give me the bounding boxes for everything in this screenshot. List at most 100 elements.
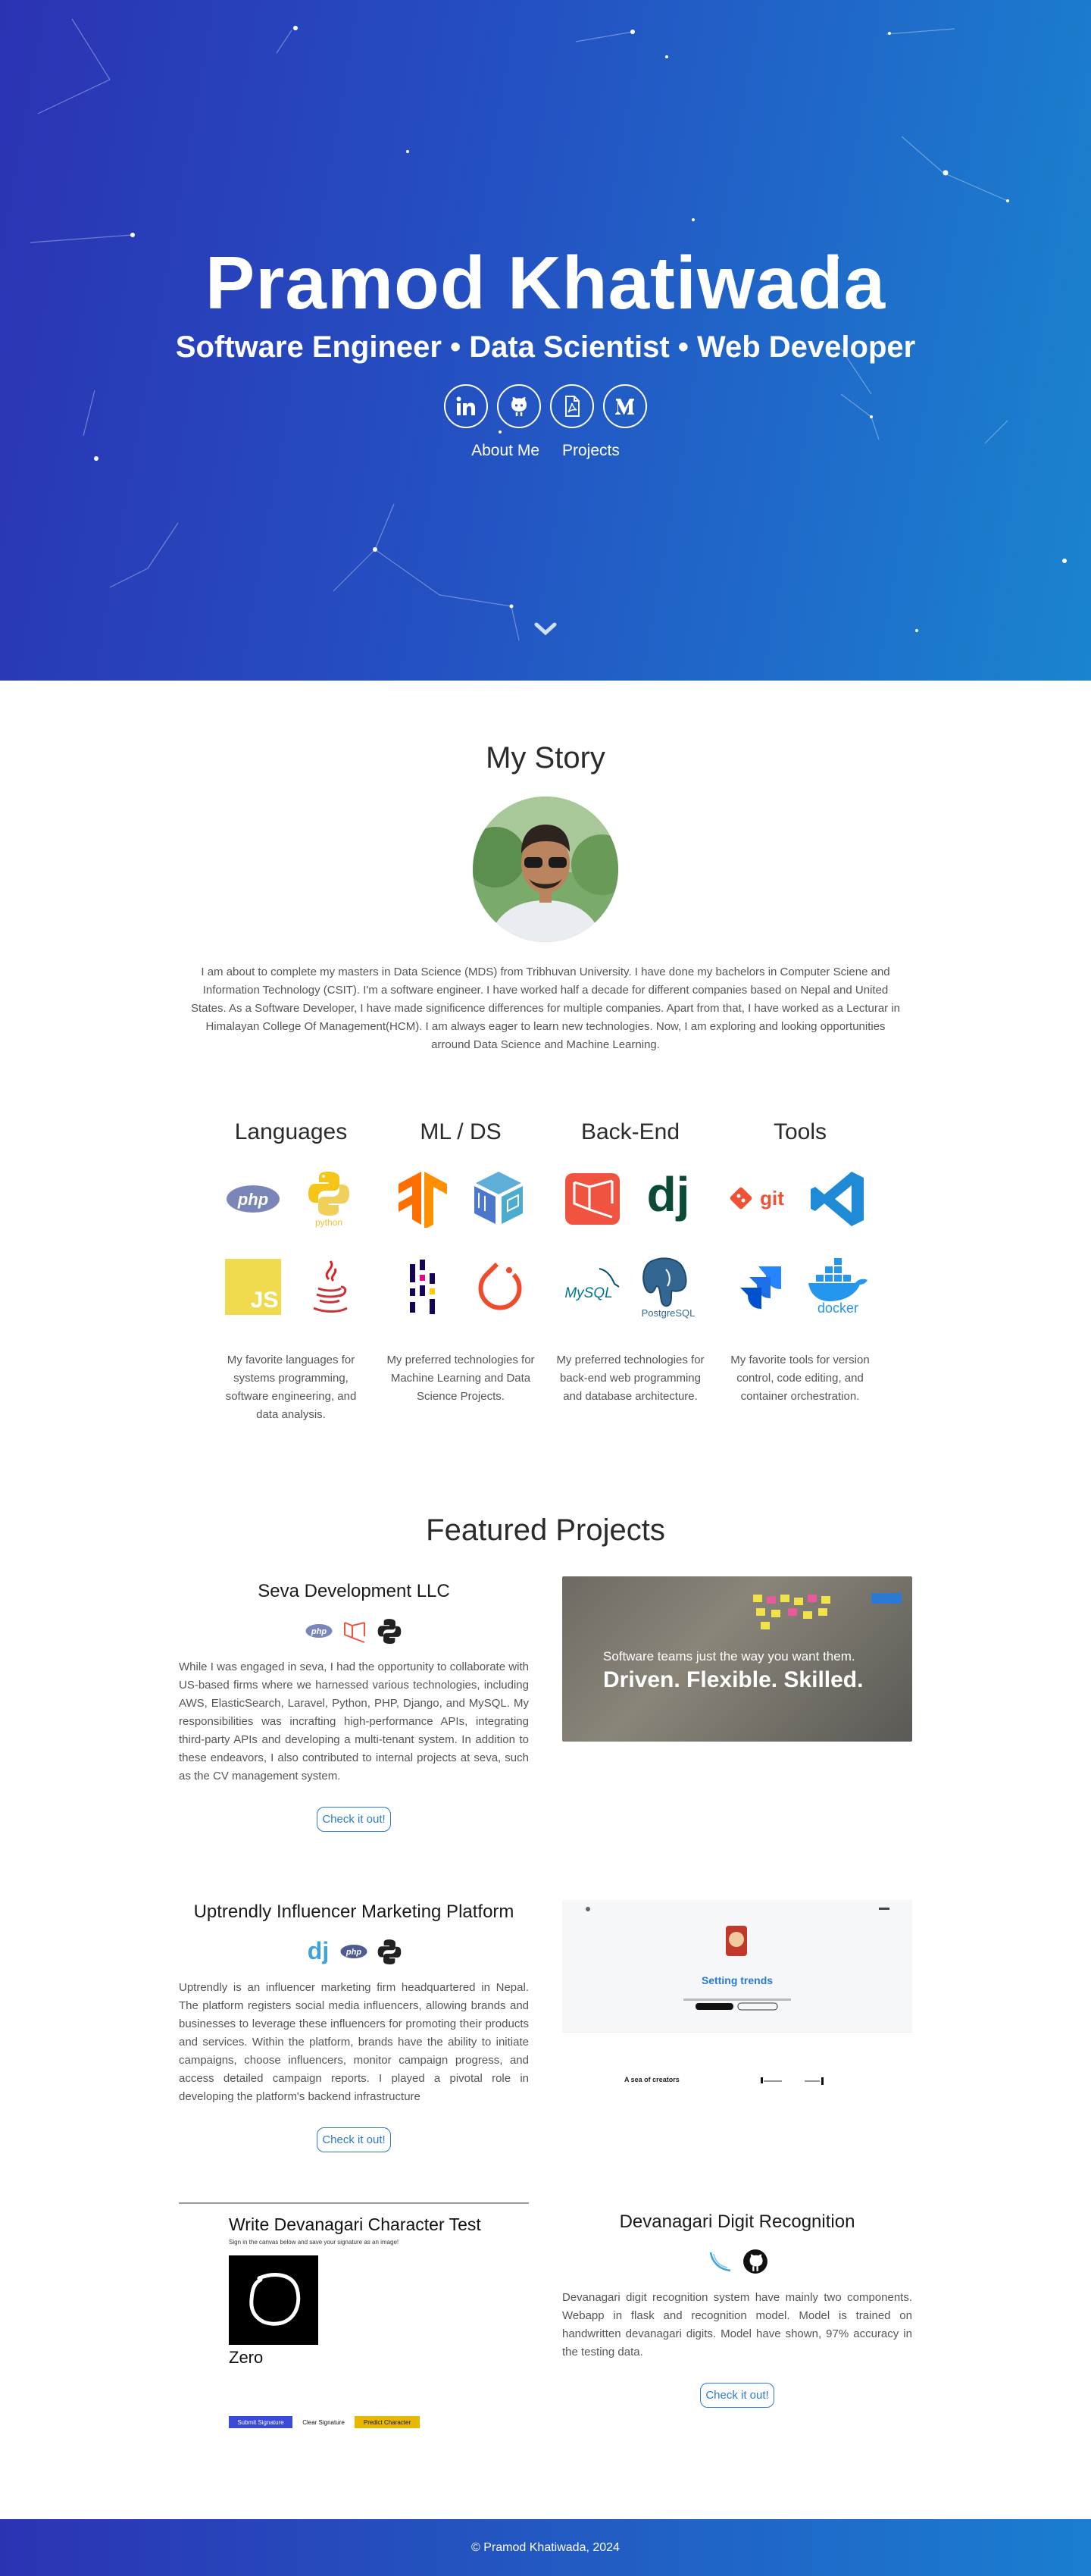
svg-text:dj: dj (308, 1938, 329, 1964)
javascript-icon: JS (215, 1253, 291, 1321)
pytorch-icon (461, 1253, 536, 1321)
screenshot-title: Write Devanagari Character Test (229, 2214, 481, 2234)
php-icon: php (340, 1945, 367, 1958)
story-title: My Story (486, 741, 605, 775)
pandas-icon (385, 1253, 461, 1321)
chevron-down-icon[interactable] (534, 621, 557, 637)
hero-nav: About Me Projects (0, 442, 1091, 460)
project-title: Devanagari Digit Recognition (619, 2211, 855, 2232)
docker-icon: docker (800, 1253, 876, 1321)
tensorflow-icon (385, 1165, 461, 1233)
prediction-result: Zero (229, 2348, 264, 2367)
uptrendly-hero-image (586, 1907, 889, 2011)
check-it-out-button[interactable]: Check it out! (317, 1807, 391, 1832)
svg-text:php: php (237, 1190, 268, 1209)
clear-signature-button[interactable]: Clear Signature (297, 2416, 350, 2428)
linkedin-icon (456, 396, 475, 415)
svg-text:python: python (315, 1217, 342, 1228)
predict-character-button[interactable]: Predict Character (355, 2416, 420, 2428)
hero-section: Pramod Khatiwada Software Engineer • Dat… (0, 0, 1091, 681)
project-screenshot[interactable]: Setting trends A sea of creators (562, 1900, 912, 2101)
check-it-out-button[interactable]: Check it out! (700, 2383, 774, 2408)
skill-column-languages: Languages php python JS My favorite lang… (211, 1119, 371, 1424)
check-it-out-button[interactable]: Check it out! (317, 2127, 391, 2152)
skill-description: My favorite languages for systems progra… (225, 1354, 357, 1421)
projects-link[interactable]: Projects (562, 442, 620, 460)
social-links (0, 383, 1091, 428)
project-description: While I was engaged in seva, I had the o… (179, 1660, 529, 1783)
java-icon (291, 1253, 367, 1321)
github-icon (511, 396, 527, 416)
medium-icon (615, 398, 634, 415)
project-uptrendly: Uptrendly Influencer Marketing Platform … (0, 1900, 1091, 2152)
github-icon (743, 2249, 767, 2274)
hero-tagline: Software Engineer • Data Scientist • Web… (175, 330, 916, 364)
linkedin-link[interactable] (444, 383, 488, 428)
medium-link[interactable] (603, 383, 647, 428)
numpy-icon (461, 1165, 536, 1233)
hero-content: Pramod Khatiwada Software Engineer • Dat… (0, 241, 1091, 460)
uptrendly-heading: Setting trends (701, 1974, 774, 1986)
hero-name: Pramod Khatiwada (205, 241, 886, 324)
uptrendly-subheading: A sea of creators (624, 2076, 680, 2083)
nav-button (871, 1593, 902, 1604)
svg-text:JS: JS (251, 1288, 279, 1313)
avatar-photo (473, 797, 618, 942)
svg-text:php: php (345, 1948, 361, 1957)
skill-description: My preferred technologies for back-end w… (556, 1354, 705, 1403)
skill-column-back-end: Back-End dj MySQL PostgreSQL My preferre… (550, 1119, 711, 1424)
avatar (473, 797, 618, 942)
project-screenshot[interactable]: Software teams just the way you want the… (562, 1576, 912, 1742)
django-icon: dj (630, 1165, 706, 1233)
git-icon: git (724, 1165, 800, 1233)
skill-column-tools: Tools git docker My favorite tools for v… (720, 1119, 880, 1424)
skill-title: Languages (234, 1119, 348, 1144)
python-icon (377, 1939, 402, 1964)
svg-text:git: git (760, 1187, 784, 1210)
github-link[interactable] (497, 383, 541, 428)
screenshot-hint: Sign in the canvas below and save your s… (229, 2239, 399, 2246)
skills-grid: Languages php python JS My favorite lang… (0, 1119, 1091, 1424)
project-description: Uptrendly is an influencer marketing fir… (179, 1981, 529, 2103)
python-icon: python (291, 1165, 367, 1233)
project-description: Devanagari digit recognition system have… (562, 2291, 912, 2358)
laravel-icon (555, 1165, 630, 1233)
pdf-icon (565, 395, 580, 417)
skill-column-ml-ds: ML / DS My preferred technologies for Ma… (380, 1119, 541, 1424)
svg-text:MySQL: MySQL (564, 1285, 612, 1301)
skill-description: My favorite tools for version control, c… (730, 1354, 870, 1403)
svg-text:docker: docker (817, 1301, 858, 1316)
drawing-canvas[interactable] (229, 2255, 318, 2345)
hero-subtitle: Software teams just the way you want the… (603, 1649, 855, 1664)
copyright-text: © Pramod Khatiwada, 2024 (471, 2540, 620, 2554)
project-title: Uptrendly Influencer Marketing Platform (193, 1901, 514, 1922)
svg-text:dj: dj (647, 1169, 690, 1222)
skill-title: Tools (773, 1119, 827, 1144)
mysql-icon: MySQL (555, 1253, 630, 1321)
about-me-link[interactable]: About Me (471, 442, 539, 460)
resume-link[interactable] (550, 383, 594, 428)
submit-signature-button[interactable]: Submit Signature (229, 2416, 292, 2428)
hero-heading: Driven. Flexible. Skilled. (603, 1667, 864, 1692)
django-icon: dj (308, 1938, 329, 1964)
flask-icon (709, 2252, 731, 2272)
vscode-icon (800, 1165, 876, 1233)
python-icon (377, 1619, 402, 1644)
laravel-icon (344, 1622, 365, 1643)
php-icon: php (305, 1624, 333, 1638)
projects-title: Featured Projects (426, 1513, 665, 1547)
brand-logos (761, 2077, 824, 2085)
skill-title: ML / DS (420, 1119, 502, 1144)
svg-text:PostgreSQL: PostgreSQL (642, 1307, 696, 1319)
skill-title: Back-End (580, 1119, 680, 1144)
postgresql-icon: PostgreSQL (630, 1253, 706, 1321)
footer: © Pramod Khatiwada, 2024 (0, 2519, 1091, 2576)
project-screenshot[interactable]: Write Devanagari Character Test Sign in … (179, 2202, 529, 2428)
project-title: Seva Development LLC (258, 1581, 450, 1601)
story-text: I am about to complete my masters in Dat… (190, 966, 901, 1051)
project-devanagari: Write Devanagari Character Test Sign in … (0, 2202, 1091, 2428)
projects-section: Featured Projects Seva Development LLC p… (0, 1513, 1091, 2428)
jira-icon (724, 1253, 800, 1321)
story-section: My Story I am about to complete my maste… (0, 681, 1091, 1424)
skill-description: My preferred technologies for Machine Le… (386, 1354, 535, 1403)
